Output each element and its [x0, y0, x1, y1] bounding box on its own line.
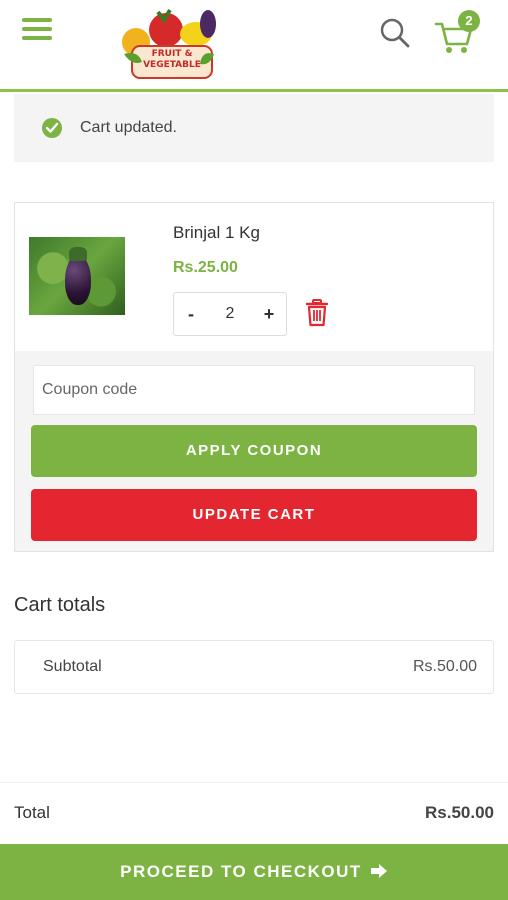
quantity-stepper: - 2 + — [173, 292, 287, 336]
product-image[interactable] — [29, 237, 125, 315]
hamburger-menu-icon[interactable] — [22, 18, 52, 42]
total-bar: Total Rs.50.00 — [0, 782, 508, 844]
coupon-code-input[interactable] — [33, 365, 475, 415]
total-label: Total — [14, 803, 50, 822]
checkout-label: PROCEED TO CHECKOUT — [120, 862, 362, 881]
store-logo[interactable]: FRUIT & VEGETABLE — [118, 4, 222, 88]
check-circle-icon — [42, 118, 62, 138]
arrow-right-icon — [370, 844, 388, 900]
search-icon[interactable] — [378, 16, 412, 50]
notice-text: Cart updated. — [80, 119, 177, 136]
product-price: Rs.25.00 — [173, 259, 238, 276]
subtotal-value: Rs.50.00 — [412, 658, 477, 675]
proceed-to-checkout-button[interactable]: PROCEED TO CHECKOUT — [0, 844, 508, 900]
product-name[interactable]: Brinjal 1 Kg — [173, 223, 260, 243]
coupon-section: APPLY COUPON UPDATE CART — [15, 351, 493, 551]
decrease-quantity-button[interactable]: - — [176, 293, 206, 335]
trash-icon[interactable] — [305, 299, 329, 327]
cart-button[interactable]: 2 — [434, 10, 484, 54]
cart-count-badge: 2 — [458, 10, 480, 32]
cart-item-card: Brinjal 1 Kg Rs.25.00 - 2 + APPLY COUPON… — [14, 202, 494, 552]
cart-totals-title: Cart totals — [14, 594, 106, 616]
apply-coupon-button[interactable]: APPLY COUPON — [31, 425, 477, 477]
subtotal-label: Subtotal — [43, 658, 102, 675]
increase-quantity-button[interactable]: + — [254, 293, 284, 335]
logo-text-line1: FRUIT & — [151, 49, 193, 59]
quantity-value[interactable]: 2 — [206, 293, 254, 335]
total-value: Rs.50.00 — [425, 803, 494, 822]
update-cart-button[interactable]: UPDATE CART — [31, 489, 477, 541]
cart-updated-notice: Cart updated. — [14, 94, 494, 162]
logo-text-line2: VEGETABLE — [143, 60, 201, 70]
subtotal-row: Subtotal Rs.50.00 — [14, 640, 494, 694]
app-header: FRUIT & VEGETABLE 2 — [0, 0, 508, 92]
